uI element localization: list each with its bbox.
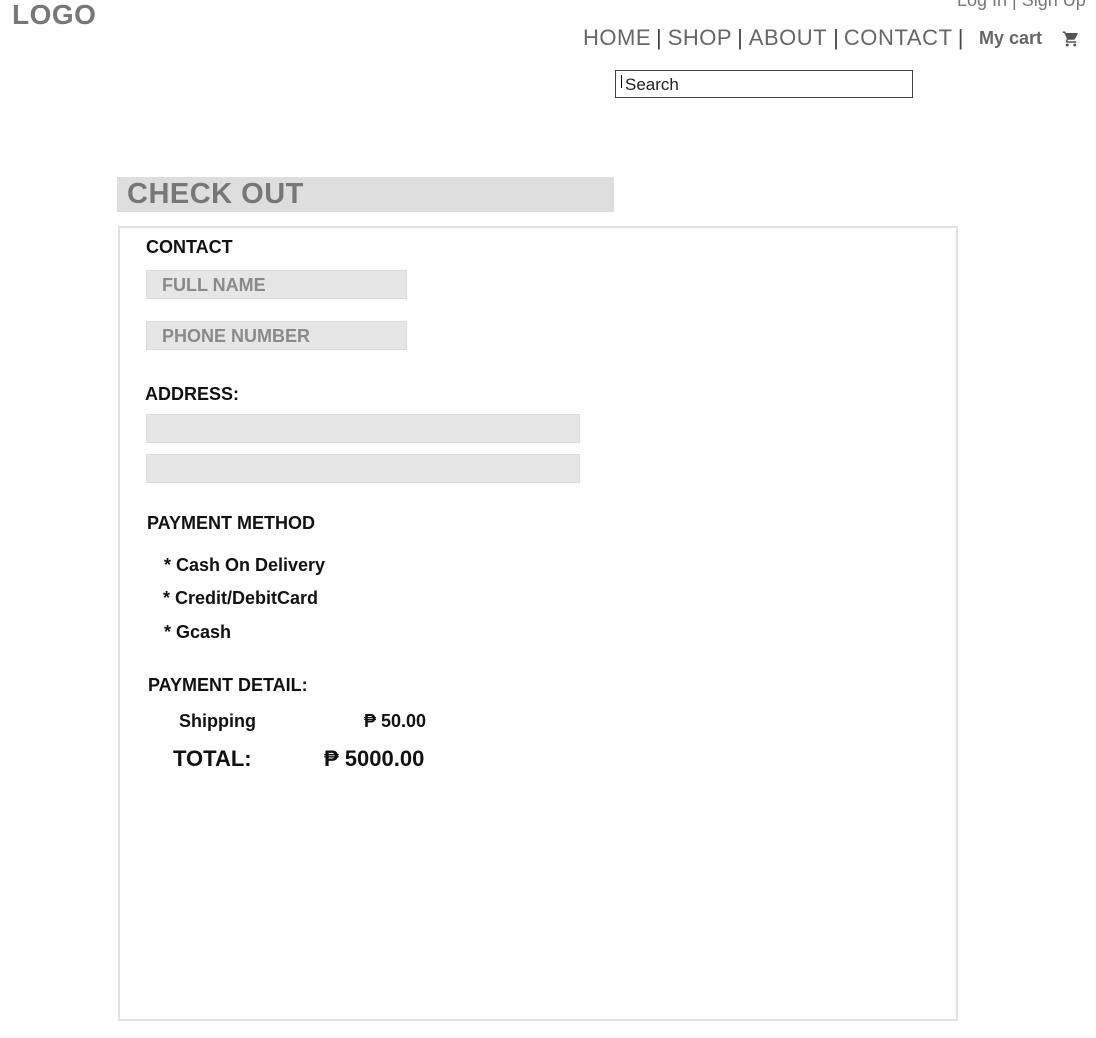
nav-separator: | xyxy=(833,25,839,50)
nav-contact[interactable]: CONTACT xyxy=(844,25,953,50)
nav-separator: | xyxy=(656,25,662,50)
phone-number-field[interactable]: PHONE NUMBER xyxy=(146,321,407,350)
total-value: ₱ 5000.00 xyxy=(324,746,425,771)
shopping-cart-icon[interactable] xyxy=(1062,30,1080,48)
payment-option-gcash[interactable]: * Gcash xyxy=(164,622,231,642)
payment-option-cash-on-delivery[interactable]: * Cash On Delivery xyxy=(164,555,325,575)
signup-link[interactable]: Sign Up xyxy=(1022,0,1086,10)
auth-separator: | xyxy=(1012,0,1017,10)
my-cart-link[interactable]: My cart xyxy=(979,27,1042,49)
full-name-placeholder: FULL NAME xyxy=(162,275,266,295)
nav-separator: | xyxy=(737,25,743,50)
logo[interactable]: LOGO xyxy=(12,0,96,30)
checkout-title-bar: CHECK OUT xyxy=(117,177,614,212)
main-nav: HOME | SHOP | ABOUT | CONTACT | xyxy=(583,24,969,52)
full-name-field[interactable]: FULL NAME xyxy=(146,270,407,299)
payment-detail-label: PAYMENT DETAIL: xyxy=(148,675,308,695)
nav-about[interactable]: ABOUT xyxy=(749,25,827,50)
nav-separator: | xyxy=(957,25,964,50)
page-title: CHECK OUT xyxy=(127,178,304,210)
auth-links: Log In | Sign Up xyxy=(957,0,1086,10)
login-link[interactable]: Log In xyxy=(957,0,1007,10)
phone-number-placeholder: PHONE NUMBER xyxy=(162,326,311,346)
nav-home[interactable]: HOME xyxy=(583,25,651,50)
payment-option-credit-debit-card[interactable]: * Credit/DebitCard xyxy=(163,588,318,608)
search-box xyxy=(615,70,913,98)
total-label: TOTAL: xyxy=(173,746,252,771)
shipping-value: ₱ 50.00 xyxy=(364,711,427,731)
address-line-1-field[interactable] xyxy=(146,414,580,443)
text-cursor xyxy=(621,75,622,88)
search-input[interactable] xyxy=(625,74,905,96)
address-line-2-field[interactable] xyxy=(146,454,580,483)
nav-shop[interactable]: SHOP xyxy=(668,25,732,50)
shipping-label: Shipping xyxy=(179,711,256,731)
address-label: ADDRESS: xyxy=(145,384,240,404)
payment-method-label: PAYMENT METHOD xyxy=(147,513,316,533)
contact-label: CONTACT xyxy=(146,237,233,257)
